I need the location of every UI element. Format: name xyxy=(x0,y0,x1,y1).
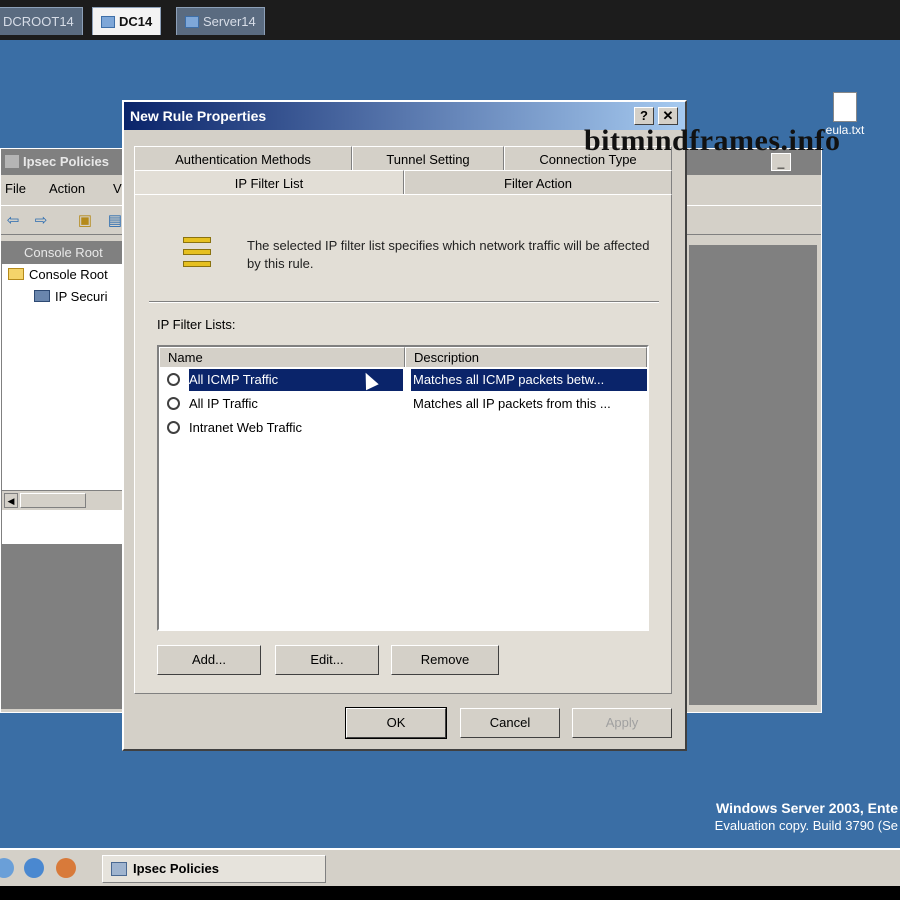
mmc-window-icon xyxy=(5,155,19,168)
show-desktop-icon[interactable] xyxy=(0,858,14,878)
filter-description: Matches all ICMP packets betw... xyxy=(411,369,647,391)
ip-filter-list-view[interactable]: Name Description All ICMP Traffic Matche… xyxy=(157,345,649,631)
folder-icon xyxy=(8,268,24,280)
filter-name: Intranet Web Traffic xyxy=(189,420,302,435)
internet-explorer-icon[interactable] xyxy=(24,858,44,878)
filter-name: All IP Traffic xyxy=(189,396,258,411)
tree-item-console-root[interactable]: Console Root xyxy=(2,264,124,286)
panel-description: The selected IP filter list specifies wh… xyxy=(247,238,650,271)
screen-border xyxy=(0,886,900,900)
list-header: Name Description xyxy=(159,347,647,367)
add-button[interactable]: Add... xyxy=(157,645,261,675)
network-computer-icon xyxy=(34,290,50,302)
up-folder-icon[interactable]: ▣ xyxy=(75,212,95,230)
quick-launch-icon[interactable] xyxy=(56,858,76,878)
radio-button[interactable] xyxy=(167,397,180,410)
vm-tab-server14[interactable]: Server14 xyxy=(176,7,265,35)
taskbar: Ipsec Policies xyxy=(0,848,900,886)
dialog-title: New Rule Properties xyxy=(130,108,267,124)
os-brand: Windows Server 2003, Ente Evaluation cop… xyxy=(715,800,898,833)
text-file-icon xyxy=(833,92,857,122)
scroll-left-icon[interactable]: ◀ xyxy=(4,493,18,508)
scroll-thumb[interactable] xyxy=(20,493,86,508)
tab-filter-action[interactable]: Filter Action xyxy=(404,170,672,196)
cancel-button[interactable]: Cancel xyxy=(460,708,560,738)
filter-list-icon xyxy=(183,235,211,271)
forward-arrow-icon[interactable]: ⇨ xyxy=(31,212,51,230)
list-item[interactable]: Intranet Web Traffic xyxy=(159,417,647,439)
help-icon[interactable]: ? xyxy=(634,107,654,125)
watermark: bitmindframes.info xyxy=(584,124,841,157)
vm-tab-dcroot14[interactable]: DCROOT14 xyxy=(0,7,83,35)
column-header-name[interactable]: Name xyxy=(159,347,405,367)
filter-description: Matches all IP packets from this ... xyxy=(413,396,611,411)
vm-tab-dc14[interactable]: DC14 xyxy=(92,7,162,35)
radio-button[interactable] xyxy=(167,373,180,386)
edit-button[interactable]: Edit... xyxy=(275,645,379,675)
mmc-empty-pane xyxy=(1,544,125,709)
separator xyxy=(149,301,659,303)
column-header-description[interactable]: Description xyxy=(405,347,647,367)
computer-icon xyxy=(185,16,199,28)
tab-authentication-methods[interactable]: Authentication Methods xyxy=(134,146,352,172)
os-brand-build: Evaluation copy. Build 3790 (Se xyxy=(714,818,898,833)
mmc-details-pane xyxy=(689,245,817,705)
vm-tab-bar: DCROOT14 DC14 Server14 xyxy=(0,0,900,40)
computer-icon xyxy=(101,16,115,28)
os-brand-title: Windows Server 2003, Ente xyxy=(716,800,898,816)
menu-view[interactable]: V xyxy=(113,177,122,201)
list-item[interactable]: All IP Traffic Matches all IP packets fr… xyxy=(159,393,647,415)
back-arrow-icon[interactable]: ⇦ xyxy=(3,212,23,230)
new-rule-properties-dialog: New Rule Properties ? ✕ Authentication M… xyxy=(122,100,687,751)
tabs-front-row: IP Filter List Filter Action xyxy=(134,170,674,198)
apply-button[interactable]: Apply xyxy=(572,708,672,738)
radio-button[interactable] xyxy=(167,421,180,434)
tree-header: Console Root xyxy=(2,242,124,264)
list-item[interactable]: All ICMP Traffic Matches all ICMP packet… xyxy=(159,369,647,391)
ip-filter-list-panel: The selected IP filter list specifies wh… xyxy=(134,194,672,694)
ok-button[interactable]: OK xyxy=(345,707,447,739)
close-icon[interactable]: ✕ xyxy=(658,107,678,125)
menu-file[interactable]: File xyxy=(5,177,26,201)
tree-item-ip-security[interactable]: IP Securi xyxy=(2,286,124,308)
mmc-title: Ipsec Policies xyxy=(23,154,109,169)
remove-button[interactable]: Remove xyxy=(391,645,499,675)
tab-tunnel-setting[interactable]: Tunnel Setting xyxy=(352,146,504,172)
menu-action[interactable]: Action xyxy=(49,177,85,201)
ip-filter-lists-label: IP Filter Lists: xyxy=(157,317,236,332)
taskbar-item-ipsec-policies[interactable]: Ipsec Policies xyxy=(102,855,326,883)
mmc-window-icon xyxy=(111,862,127,876)
tree-horizontal-scrollbar[interactable]: ◀ xyxy=(2,490,124,510)
